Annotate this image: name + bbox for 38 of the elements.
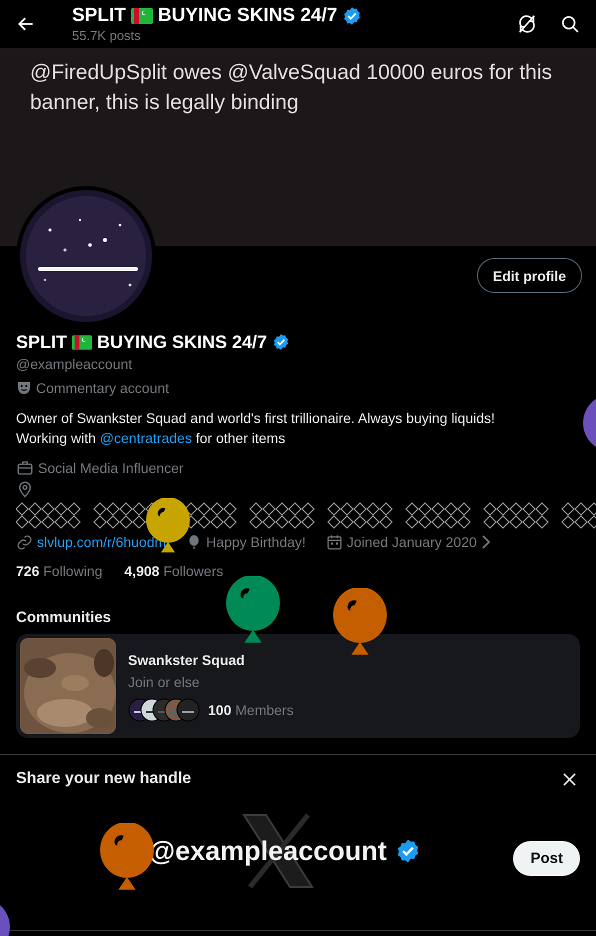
balloon-drawing [100,823,154,893]
community-name: Swankster Squad [128,652,246,668]
joined-date: Joined January 2020 [346,534,477,550]
display-name: BUYING SKINS 24/7 [158,5,338,27]
post-button[interactable]: Post [513,840,580,876]
flag-icon [130,8,153,24]
handle-text: @exampleaccount [16,356,134,374]
follow-stat-link[interactable]: 726 Following [16,563,102,579]
no-sync-icon[interactable] [516,13,538,35]
website-link[interactable]: slvlup.com/r/6huodm [37,534,166,550]
balloon-drawing [333,588,387,658]
briefcase-icon [16,459,34,477]
banner-text: @FiredUpSplit owes @ValveSquad 10000 euros for this banner, this is legally binding [30,60,554,116]
category-label: Commentary account [36,380,170,396]
theater-mask-icon [16,380,32,396]
profession-label: Social Media Influencer [38,460,184,476]
link-icon [16,534,33,550]
search-icon[interactable] [560,14,580,34]
close-icon[interactable] [563,772,576,786]
calendar-icon [326,534,343,550]
follow-stat-link[interactable]: 4,908 Followers [124,563,224,579]
chevron-right-icon[interactable] [480,535,491,549]
section-title: Communities [16,609,112,626]
bio-text: Owner of Swankster Squad and world's first trillionaire. Always buying liquids! Working with @centratrades for other items [16,409,496,448]
edit-profile-button[interactable]: Edit profile [476,258,582,293]
birthday-label: Happy Birthday! [206,534,306,550]
mention-link[interactable]: @centratrades [100,430,192,446]
display-name: SPLIT [16,332,68,352]
location-pin-icon [16,480,34,498]
balloon-drawing [226,576,280,646]
share-title: Share your new handle [16,770,192,788]
community-card[interactable]: Swankster Squad Join or else 100 Members [16,634,580,738]
member-count: 100 Members [208,702,294,718]
display-name: SPLIT [72,5,126,27]
post-count: 55.7K posts [72,28,142,43]
community-description: Join or else [128,674,201,690]
display-name: BUYING SKINS 24/7 [97,332,268,352]
flag-icon [72,334,92,350]
